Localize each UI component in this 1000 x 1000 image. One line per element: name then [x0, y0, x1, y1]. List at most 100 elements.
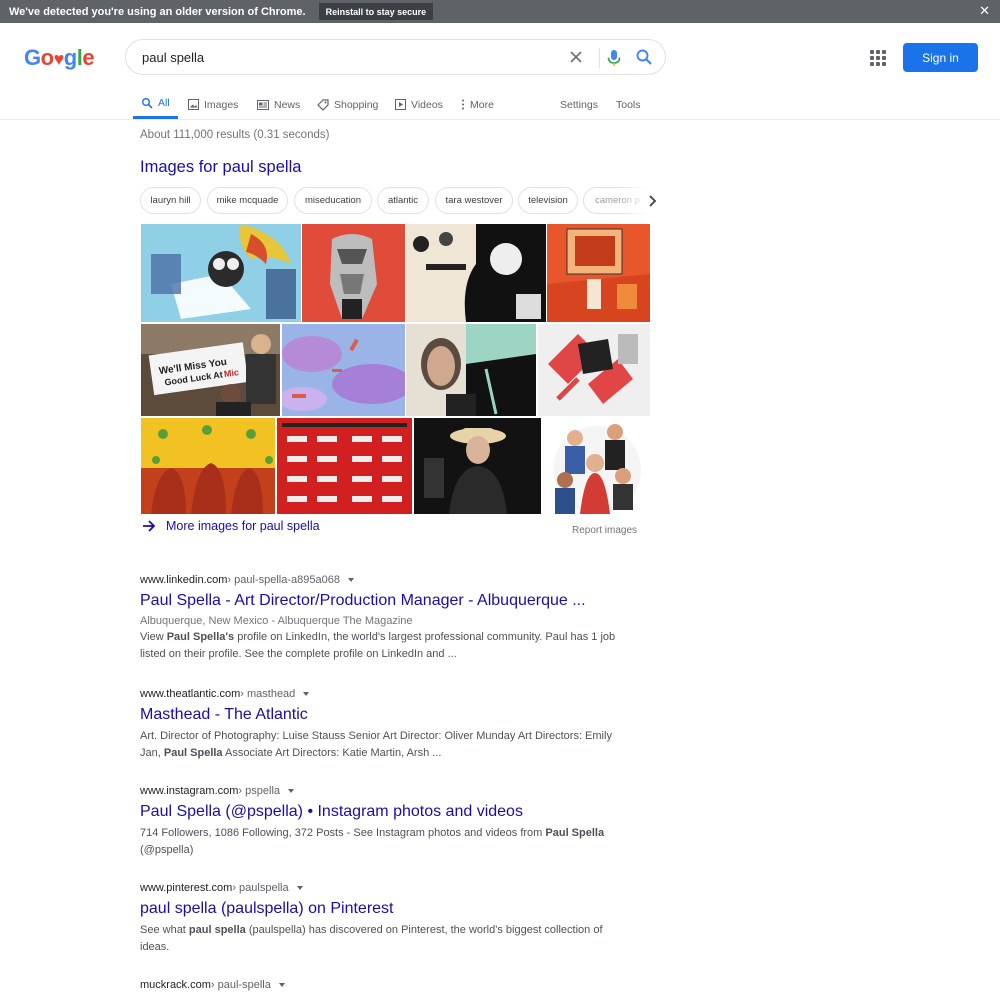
more-images-link[interactable]: More images for paul spella	[141, 518, 320, 534]
snippet-text: 714 Followers, 1086 Following, 372 Posts…	[140, 827, 546, 839]
tab-label: All	[158, 97, 170, 109]
snippet-text: Associate Art Directors: Katie Martin, A…	[222, 747, 442, 759]
result-path: › masthead	[240, 688, 296, 700]
snippet-bold: paul spella	[188, 924, 246, 936]
caret-down-icon[interactable]	[347, 578, 354, 582]
chip[interactable]: lauryn hill	[140, 187, 201, 214]
result-snippet: See what paul spella (paulspella) has di…	[140, 922, 620, 956]
chip[interactable]: tara westover	[435, 187, 513, 214]
snippet-bold: Paul Spella's	[166, 631, 235, 643]
result-domain: www.instagram.com	[140, 785, 239, 797]
search-tabs: All Images News Shopping Videos More Set…	[0, 90, 1000, 120]
tab-label: Images	[204, 98, 239, 111]
result-url[interactable]: www.theatlantic.com › masthead	[140, 688, 620, 700]
image-result[interactable]	[545, 418, 650, 514]
tab-label: More	[470, 98, 494, 111]
snippet-text: See what	[140, 924, 189, 936]
search-result: www.theatlantic.com › masthead Masthead …	[140, 688, 620, 762]
image-result[interactable]	[538, 324, 650, 416]
image-result[interactable]	[414, 418, 541, 514]
search-icon[interactable]	[634, 47, 654, 72]
banner-message: We've detected you're using an older ver…	[9, 5, 306, 18]
caret-down-icon[interactable]	[288, 789, 294, 793]
close-icon[interactable]	[566, 47, 586, 72]
search-box	[125, 39, 666, 75]
result-url[interactable]: www.linkedin.com › paul-spella-a895a068	[140, 574, 620, 586]
google-logo[interactable]: Go♥gle	[24, 45, 95, 71]
image-result[interactable]	[406, 324, 536, 416]
tab-images[interactable]: Images	[188, 90, 238, 119]
image-icon	[188, 99, 199, 110]
chip[interactable]: television	[518, 187, 578, 214]
search-result: muckrack.com › paul-spella	[140, 979, 620, 991]
result-meta: Albuquerque, New Mexico - Albuquerque Th…	[140, 615, 413, 627]
play-icon	[395, 99, 406, 110]
tab-news[interactable]: News	[257, 90, 300, 119]
heart-icon: ♥	[53, 49, 65, 69]
result-title[interactable]: Paul Spella - Art Director/Production Ma…	[140, 592, 620, 610]
tab-videos[interactable]: Videos	[395, 90, 443, 119]
more-vert-icon	[462, 99, 464, 110]
more-images-label: More images for paul spella	[166, 519, 320, 533]
result-title[interactable]: Masthead - The Atlantic	[140, 706, 620, 724]
result-domain: www.theatlantic.com	[140, 688, 241, 700]
result-snippet: 714 Followers, 1086 Following, 372 Posts…	[140, 825, 620, 859]
result-url[interactable]: www.pinterest.com › paulspella	[140, 882, 620, 894]
result-domain: muckrack.com	[140, 979, 211, 991]
result-domain: www.linkedin.com	[140, 574, 228, 586]
svg-text:Mic: Mic	[223, 367, 239, 379]
image-result[interactable]: We'll Miss You Good Luck At Mic	[141, 324, 280, 416]
chevron-right-icon[interactable]	[646, 194, 658, 213]
image-chips: lauryn hill mike mcquade miseducation at…	[140, 187, 660, 215]
search-input[interactable]	[142, 49, 542, 65]
image-result[interactable]	[547, 224, 650, 322]
mic-icon[interactable]	[604, 48, 624, 73]
result-url[interactable]: muckrack.com › paul-spella	[140, 979, 620, 991]
snippet-text: (@pspella)	[140, 844, 194, 856]
caret-down-icon[interactable]	[278, 983, 285, 987]
image-result[interactable]	[277, 418, 412, 514]
image-result[interactable]	[141, 224, 301, 322]
search-result: www.pinterest.com › paulspella paul spel…	[140, 882, 620, 956]
apps-grid-icon[interactable]	[870, 50, 886, 66]
search-result: www.instagram.com › pspella Paul Spella …	[140, 785, 620, 859]
tab-settings[interactable]: Settings	[560, 90, 598, 119]
search-result: www.linkedin.com › paul-spella-a895a068 …	[140, 574, 620, 663]
caret-down-icon[interactable]	[303, 692, 310, 696]
report-images-link[interactable]: Report images	[572, 525, 637, 536]
tab-all[interactable]: All	[133, 90, 178, 119]
caret-down-icon[interactable]	[296, 886, 303, 890]
result-url[interactable]: www.instagram.com › pspella	[140, 785, 620, 797]
close-icon[interactable]: ✕	[979, 3, 990, 19]
image-result[interactable]	[282, 324, 405, 416]
snippet-bold: Paul Spella	[545, 827, 605, 839]
search-icon	[142, 98, 153, 109]
tab-shopping[interactable]: Shopping	[317, 90, 378, 119]
chip[interactable]: miseducation	[294, 187, 372, 214]
reinstall-button[interactable]: Reinstall to stay secure	[318, 3, 434, 20]
result-stats: About 111,000 results (0.31 seconds)	[140, 129, 330, 141]
news-icon	[257, 99, 269, 110]
image-result[interactable]	[406, 224, 546, 322]
logo-letter: o	[40, 45, 54, 70]
result-path: › paul-spella-a895a068	[227, 574, 340, 586]
result-path: › paulspella	[232, 882, 289, 894]
image-result[interactable]	[302, 224, 405, 322]
result-snippet: View Paul Spella's profile on LinkedIn, …	[140, 629, 620, 663]
snippet-bold: Paul Spella	[163, 747, 223, 759]
result-title[interactable]: paul spella (paulspella) on Pinterest	[140, 900, 620, 918]
result-title[interactable]: Paul Spella (@pspella) • Instagram photo…	[140, 803, 620, 821]
tab-more[interactable]: More	[461, 90, 494, 119]
image-result[interactable]	[141, 418, 275, 514]
logo-letter: g	[63, 45, 77, 70]
logo-letter: G	[24, 45, 41, 70]
result-path: › paul-spella	[210, 979, 271, 991]
chip[interactable]: atlantic	[377, 187, 429, 214]
images-heading[interactable]: Images for paul spella	[140, 158, 301, 177]
result-domain: www.pinterest.com	[140, 882, 233, 894]
divider	[599, 48, 600, 68]
sign-in-button[interactable]: Sign in	[903, 43, 978, 72]
chip[interactable]: mike mcquade	[207, 187, 288, 214]
tab-tools[interactable]: Tools	[616, 90, 641, 119]
tab-label: Videos	[411, 98, 443, 111]
